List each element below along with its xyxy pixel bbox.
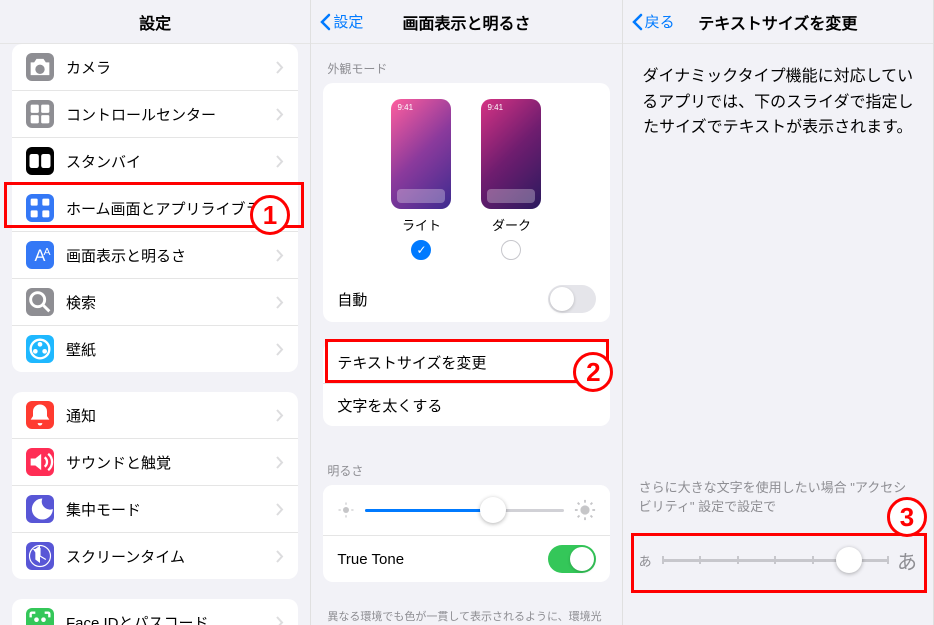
search-icon [26,288,54,316]
settings-row-brightness[interactable]: AA 画面表示と明るさ [12,232,298,279]
back-button[interactable]: 戻る [631,11,675,32]
step-thumb[interactable] [836,547,862,573]
notif-icon [26,401,54,429]
row-label: コントロールセンター [66,104,276,125]
dark-radio[interactable] [501,240,521,260]
home-icon [26,194,54,222]
svg-text:A: A [43,246,50,258]
text-size-row[interactable]: テキストサイズを変更 [323,342,609,384]
true-tone-row[interactable]: True Tone [323,536,609,582]
focus-icon [26,495,54,523]
chevron-icon [276,616,284,625]
page-title: テキストサイズを変更 [698,10,857,34]
row-label: ホーム画面とアプリライブラリ [66,198,276,219]
light-label: ライト [391,215,451,234]
auto-label: 自動 [337,289,547,310]
back-button[interactable]: 設定 [319,11,363,32]
light-radio[interactable] [411,240,431,260]
row-label: サウンドと触覚 [66,452,276,473]
chevron-icon [276,296,284,309]
dark-label: ダーク [481,215,541,234]
row-label: 集中モード [66,499,276,520]
settings-row-faceid[interactable]: Face IDとパスコード [12,599,298,625]
text-size-label: テキストサイズを変更 [337,352,587,373]
sun-large-icon [574,499,596,521]
sound-icon [26,448,54,476]
text-size-slider[interactable]: あ あ [639,546,917,575]
auto-toggle[interactable] [548,285,596,313]
back-label: 設定 [333,11,363,32]
header: 戻る テキストサイズを変更 [623,0,933,44]
header: 設定 画面表示と明るさ [311,0,621,44]
slider-track[interactable] [365,509,563,512]
true-tone-toggle[interactable] [548,545,596,573]
chevron-icon [276,155,284,168]
header: 設定 [0,0,310,44]
control-icon [26,100,54,128]
row-label: 検索 [66,292,276,313]
dark-preview [481,99,541,209]
slider-thumb[interactable] [480,497,506,523]
light-mode-option[interactable]: ライト [391,99,451,260]
chevron-icon [276,503,284,516]
brightness-label: 明るさ [311,446,621,485]
chevron-icon [276,409,284,422]
chevron-icon [276,108,284,121]
step-track[interactable] [662,559,887,562]
bold-text-row[interactable]: 文字を太くする [323,384,609,426]
row-label: Face IDとパスコード [66,612,276,625]
settings-row-sound[interactable]: サウンドと触覚 [12,439,298,486]
appearance-label: 外観モード [311,44,621,83]
text-size-panel: 戻る テキストサイズを変更 ダイナミックタイプ機能に対応しているアプリでは、下の… [623,0,934,625]
badge-3: 3 [887,497,927,537]
auto-row[interactable]: 自動 [323,276,609,322]
badge-1: 1 [250,195,290,235]
settings-panel: 設定 カメラコントロールセンタースタンバイホーム画面とアプリライブラリ AA 画面表… [0,0,311,625]
settings-row-screentime[interactable]: スクリーンタイム [12,533,298,579]
settings-row-focus[interactable]: 集中モード [12,486,298,533]
row-label: カメラ [66,57,276,78]
settings-row-search[interactable]: 検索 [12,279,298,326]
faceid-icon [26,608,54,625]
row-label: スタンバイ [66,151,276,172]
row-label: 画面表示と明るさ [66,245,276,266]
settings-row-standby[interactable]: スタンバイ [12,138,298,185]
settings-row-wallpaper[interactable]: 壁紙 [12,326,298,372]
display-brightness-panel: 設定 画面表示と明るさ 外観モード ライト ダーク 自動 テキストサイズを変更 … [311,0,622,625]
settings-row-notif[interactable]: 通知 [12,392,298,439]
description-text: ダイナミックタイプ機能に対応しているアプリでは、下のスライダで指定したサイズでテ… [623,44,933,161]
standby-icon [26,147,54,175]
row-label: 通知 [66,405,276,426]
page-title: 設定 [139,10,171,34]
small-a-icon: あ [639,551,652,570]
chevron-icon [276,61,284,74]
back-label: 戻る [645,11,675,32]
light-preview [391,99,451,209]
brightness-slider[interactable] [323,485,609,536]
row-label: スクリーンタイム [66,546,276,567]
brightness-icon: AA [26,241,54,269]
dark-mode-option[interactable]: ダーク [481,99,541,260]
true-tone-label: True Tone [337,551,547,568]
sun-small-icon [337,501,355,519]
row-label: 壁紙 [66,339,276,360]
screentime-icon [26,542,54,570]
big-a-icon: あ [897,546,917,575]
chevron-icon [276,550,284,563]
camera-icon [26,53,54,81]
chevron-icon [276,249,284,262]
wallpaper-icon [26,335,54,363]
hint-text: さらに大きな文字を使用したい場合 "アクセシビリティ" 設定で設定で [639,477,917,515]
settings-row-camera[interactable]: カメラ [12,44,298,91]
appearance-row: ライト ダーク [323,83,609,276]
page-title: 画面表示と明るさ [402,10,530,34]
bold-label: 文字を太くする [337,395,595,416]
chevron-icon [276,456,284,469]
true-tone-desc: 異なる環境でも色が一貫して表示されるように、環境光の状況に応じて iPhone … [311,602,621,625]
settings-row-control[interactable]: コントロールセンター [12,91,298,138]
chevron-icon [276,343,284,356]
